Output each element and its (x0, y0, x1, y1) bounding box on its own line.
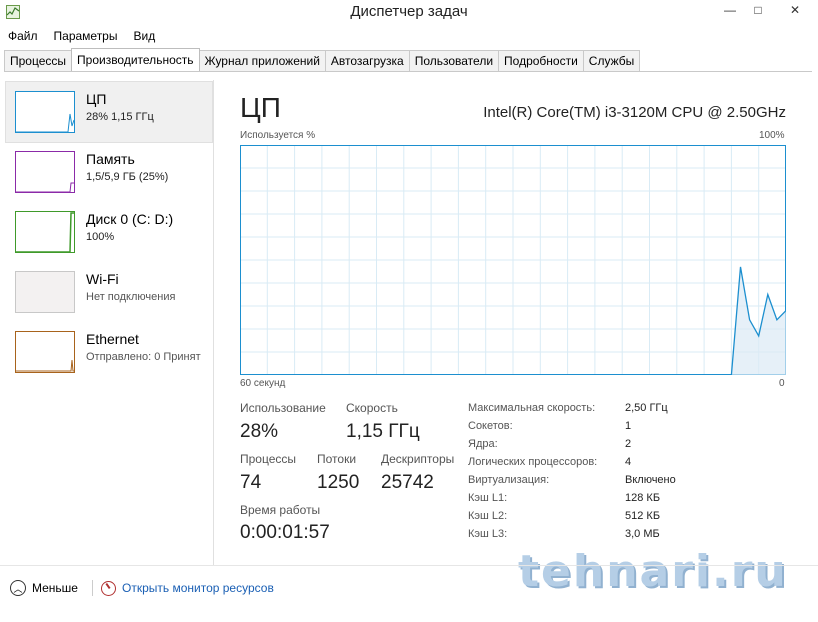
sidebar-item-label: Wi-Fi (86, 271, 119, 287)
uptime-value: 0:00:01:57 (240, 522, 330, 543)
sidebar-item-label: Ethernet (86, 331, 139, 347)
tab-startup[interactable]: Автозагрузка (324, 50, 410, 71)
graph-axis-right: 0 (779, 378, 785, 389)
graph-axis-left: 60 секунд (240, 378, 286, 389)
menu-view[interactable]: Вид (125, 27, 163, 45)
detail-value: 2 (625, 438, 632, 450)
detail-value: 4 (625, 456, 632, 468)
ethernet-thumbnail-graph (15, 331, 75, 373)
sidebar-item-value: 28% 1,15 ГГц (86, 111, 154, 123)
sidebar-item-cpu[interactable]: ЦП 28% 1,15 ГГц (5, 81, 213, 143)
handles-label: Дескрипторы (381, 452, 455, 466)
sidebar-item-ethernet[interactable]: Ethernet Отправлено: 0 Принят (6, 322, 212, 382)
maximize-button[interactable]: □ (744, 0, 772, 20)
sidebar-item-label: ЦП (86, 91, 107, 107)
memory-thumbnail-graph (15, 151, 75, 193)
sidebar-item-label: Диск 0 (C: D:) (86, 211, 174, 227)
uptime-label: Время работы (240, 503, 321, 517)
fewer-details-button[interactable]: ︿ Меньше (10, 579, 78, 597)
detail-key: Логических процессоров: (468, 456, 598, 468)
tab-performance[interactable]: Производительность (71, 48, 200, 71)
tab-users[interactable]: Пользователи (408, 50, 500, 71)
detail-value: 2,50 ГГц (625, 402, 668, 414)
footer-divider (0, 565, 818, 566)
detail-key: Максимальная скорость: (468, 402, 596, 414)
sidebar-item-wifi[interactable]: Wi-Fi Нет подключения (6, 262, 212, 322)
detail-key: Кэш L1: (468, 492, 508, 504)
processes-value: 74 (240, 472, 262, 493)
footer-separator (92, 580, 93, 596)
sidebar-item-label: Память (86, 151, 135, 167)
menu-file[interactable]: Файл (0, 27, 46, 45)
detail-key: Ядра: (468, 438, 498, 450)
sidebar-item-value: Отправлено: 0 Принят (86, 351, 201, 363)
cpu-model: Intel(R) Core(TM) i3-3120M CPU @ 2.50GHz (483, 104, 786, 121)
tab-details[interactable]: Подробности (498, 50, 584, 71)
detail-value: Включено (625, 474, 676, 486)
open-resource-monitor-label: Открыть монитор ресурсов (122, 581, 274, 595)
disk-thumbnail-graph (15, 211, 75, 253)
detail-key: Кэш L3: (468, 528, 508, 540)
cpu-usage-graph (240, 145, 786, 375)
resource-sidebar: ЦП 28% 1,15 ГГц Память 1,5/5,9 ГБ (25%) … (5, 81, 213, 382)
watermark: tehnari.ru (518, 546, 788, 597)
handles-value: 25742 (381, 472, 434, 493)
wifi-thumbnail-graph (15, 271, 75, 313)
tab-strip: Процессы Производительность Журнал прило… (4, 48, 641, 71)
detail-key: Сокетов: (468, 420, 513, 432)
threads-label: Потоки (317, 452, 357, 466)
sidebar-divider (213, 80, 214, 565)
page-title: ЦП (240, 92, 281, 123)
detail-value: 128 КБ (625, 492, 661, 504)
detail-key: Кэш L2: (468, 510, 508, 522)
resource-monitor-icon (101, 580, 116, 596)
minimize-button[interactable]: — (716, 0, 744, 20)
sidebar-item-memory[interactable]: Память 1,5/5,9 ГБ (25%) (6, 142, 212, 202)
usage-value: 28% (240, 421, 279, 442)
tab-processes[interactable]: Процессы (4, 50, 73, 71)
title-bar: Диспетчер задач — □ ✕ (0, 0, 818, 25)
sidebar-item-value: 1,5/5,9 ГБ (25%) (86, 171, 169, 183)
processes-label: Процессы (240, 452, 297, 466)
detail-value: 1 (625, 420, 632, 432)
threads-value: 1250 (317, 472, 360, 493)
window-title: Диспетчер задач (350, 3, 468, 20)
chevron-up-icon: ︿ (10, 580, 26, 596)
menu-options[interactable]: Параметры (46, 27, 126, 45)
fewer-details-label: Меньше (32, 581, 78, 595)
detail-value: 512 КБ (625, 510, 661, 522)
cpu-thumbnail-graph (15, 91, 75, 133)
detail-value: 3,0 МБ (625, 528, 660, 540)
graph-max-label: 100% (759, 130, 785, 141)
graph-caption: Используется % (240, 130, 316, 141)
usage-label: Использование (240, 401, 326, 415)
tab-app-history[interactable]: Журнал приложений (198, 50, 326, 71)
menu-bar: Файл Параметры Вид (0, 27, 163, 45)
close-button[interactable]: ✕ (772, 0, 818, 20)
sidebar-item-disk[interactable]: Диск 0 (C: D:) 100% (6, 202, 212, 262)
speed-label: Скорость (346, 401, 398, 415)
speed-value: 1,15 ГГц (346, 421, 420, 442)
sidebar-item-value: 100% (86, 231, 115, 243)
open-resource-monitor-link[interactable]: Открыть монитор ресурсов (101, 579, 274, 597)
sidebar-item-value: Нет подключения (86, 291, 176, 303)
detail-key: Виртуализация: (468, 474, 550, 486)
tab-services[interactable]: Службы (582, 50, 641, 71)
